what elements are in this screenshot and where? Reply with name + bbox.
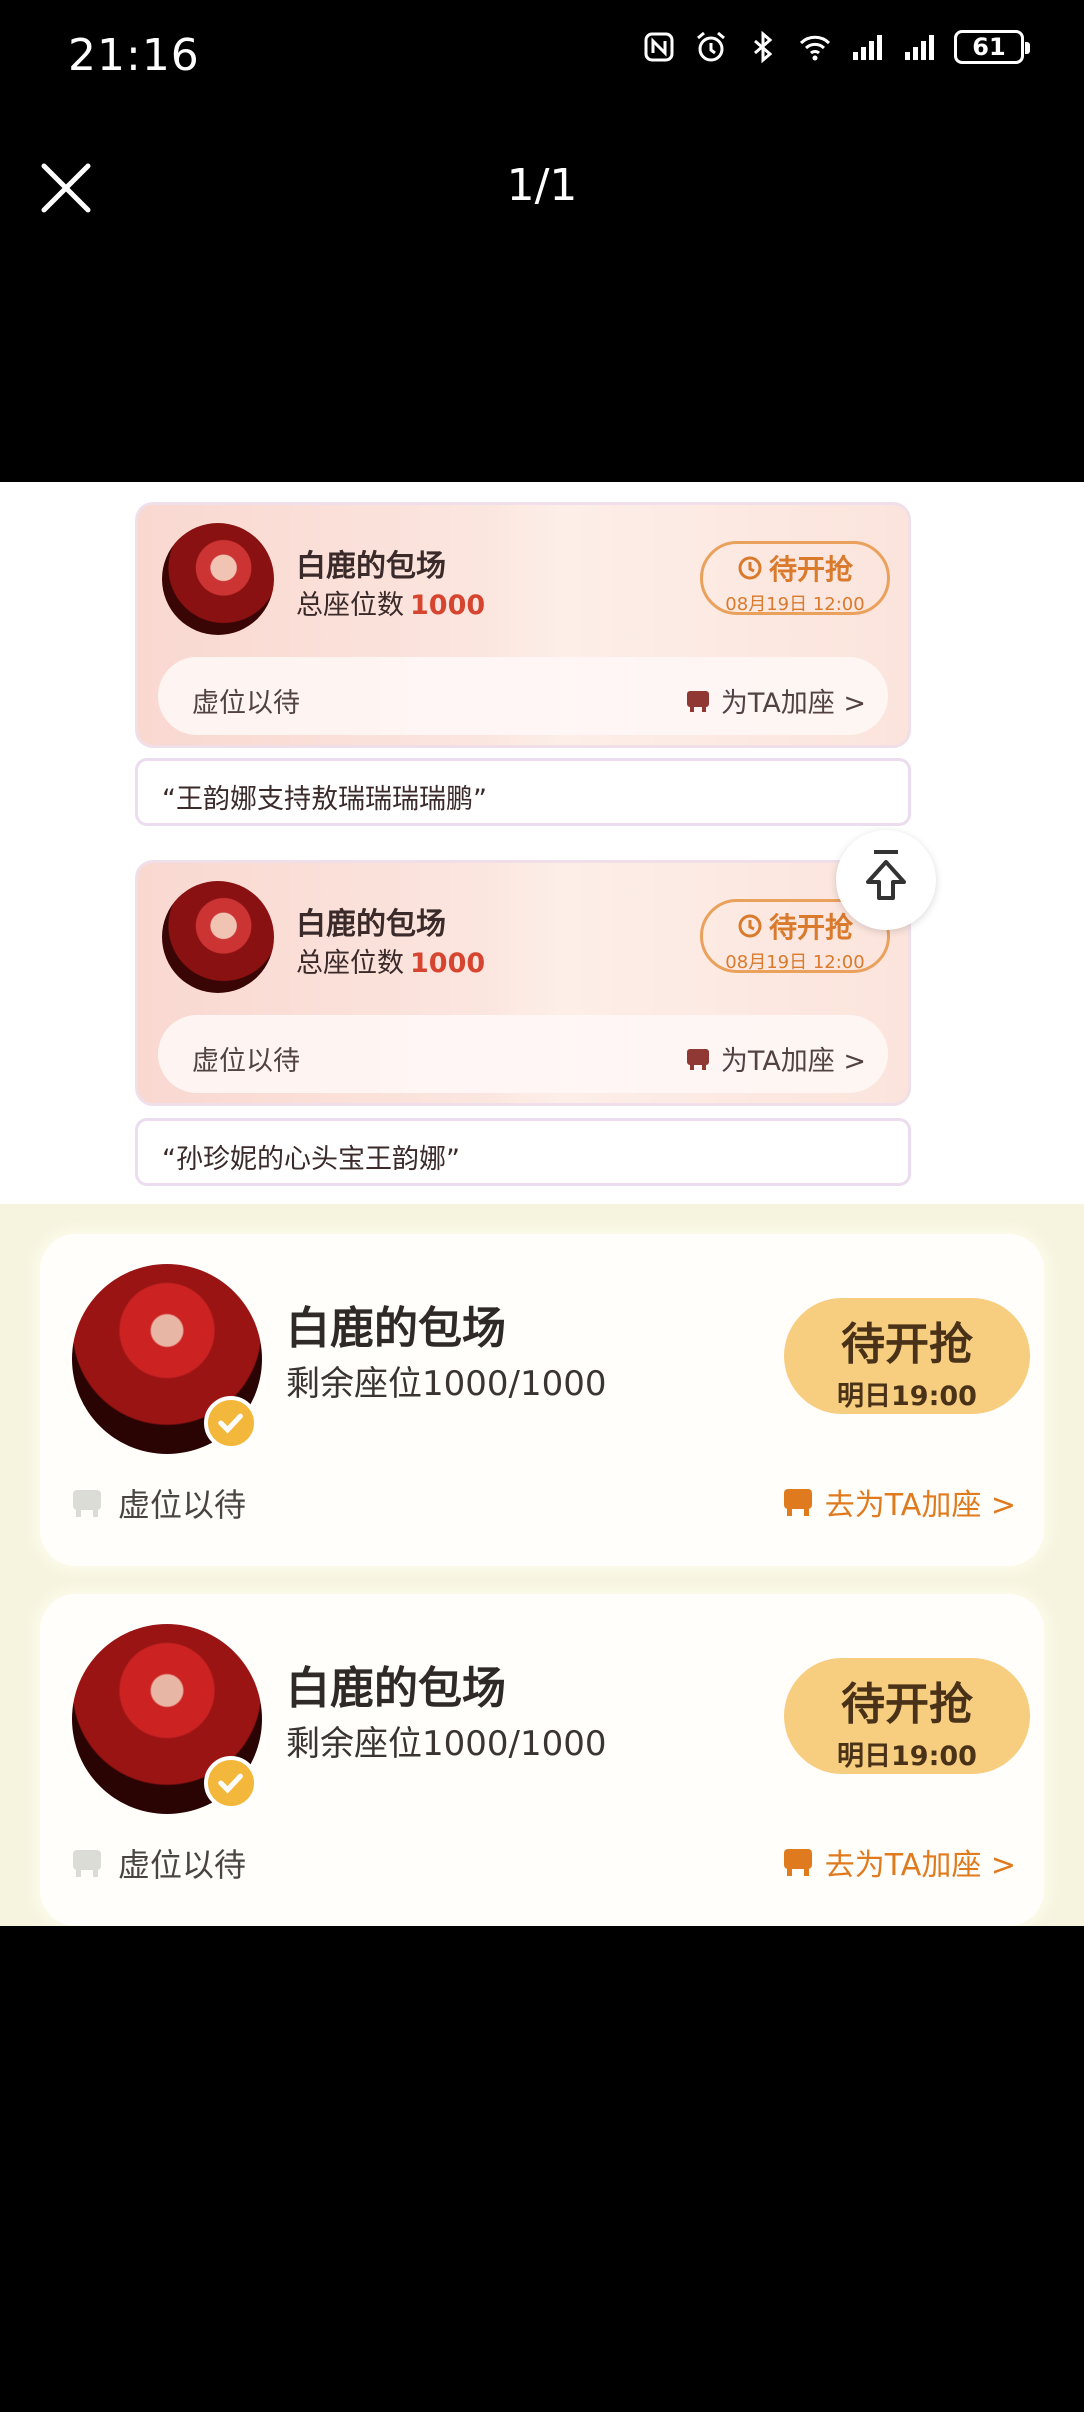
arrow-up-icon	[866, 850, 906, 900]
wait-row: 虚位以待	[70, 1480, 246, 1526]
seat-icon	[73, 1850, 101, 1877]
old-card: 白鹿的包场 总座位数 1000 待开抢 08月19日 12:00 虚位以待 为TA…	[135, 860, 911, 1106]
remaining-seats: 剩余座位1000/1000	[286, 1364, 607, 1404]
battery-indicator: 61	[954, 30, 1030, 64]
clock-time: 21:16	[68, 30, 200, 81]
total-seats: 总座位数 1000	[296, 948, 486, 979]
add-seat-button[interactable]: 为TA加座 >	[685, 1039, 866, 1078]
add-seat-button[interactable]: 去为TA加座 >	[781, 1480, 1016, 1524]
badge-status: 待开抢	[841, 1319, 973, 1370]
status-icons: 61	[642, 30, 1030, 64]
battery-level: 61	[972, 33, 1006, 61]
card-title: 白鹿的包场	[296, 549, 446, 584]
wait-row: 虚位以待	[70, 1840, 246, 1886]
avatar	[162, 523, 274, 635]
add-seat-label: 去为TA加座 >	[824, 1488, 1016, 1523]
seat-icon	[73, 1490, 101, 1517]
old-style-section: 白鹿的包场 总座位数 1000 待开抢 08月19日 12:00 虚位以待 为TA…	[0, 482, 1084, 1204]
photo-image: 白鹿的包场 总座位数 1000 待开抢 08月19日 12:00 虚位以待 为TA…	[0, 482, 1084, 1926]
remaining-seats: 剩余座位1000/1000	[286, 1724, 607, 1764]
card-title: 白鹿的包场	[286, 1303, 506, 1354]
signal-icon	[905, 35, 934, 60]
add-seat-label: 去为TA加座 >	[824, 1848, 1016, 1883]
card-title: 白鹿的包场	[286, 1663, 506, 1714]
image-counter: 1/1	[506, 160, 578, 211]
pending-badge[interactable]: 待开抢 明日19:00	[784, 1658, 1030, 1774]
clock-icon	[738, 914, 762, 938]
card-title: 白鹿的包场	[296, 907, 446, 942]
seat-bar: 虚位以待 为TA加座 >	[158, 657, 888, 735]
badge-time: 明日19:00	[837, 1741, 977, 1772]
seat-icon	[686, 690, 709, 712]
pending-badge[interactable]: 待开抢 08月19日 12:00	[700, 541, 890, 615]
new-card: 白鹿的包场 剩余座位1000/1000 待开抢 明日19:00 虚位以待 去为T…	[40, 1234, 1044, 1566]
alarm-icon	[697, 31, 725, 62]
seat-icon	[783, 1849, 812, 1876]
seat-icon	[783, 1489, 812, 1516]
new-style-section: 白鹿的包场 剩余座位1000/1000 待开抢 明日19:00 虚位以待 去为T…	[0, 1204, 1084, 1926]
verified-icon	[204, 1756, 258, 1810]
add-seat-label: 为TA加座 >	[720, 1046, 866, 1077]
seat-icon	[686, 1048, 709, 1070]
bluetooth-icon	[754, 30, 773, 64]
add-seat-button[interactable]: 去为TA加座 >	[781, 1840, 1016, 1884]
badge-time: 08月19日 12:00	[725, 594, 865, 615]
badge-status: 待开抢	[768, 553, 853, 586]
signal-icon	[853, 35, 882, 60]
badge-time: 明日19:00	[837, 1381, 977, 1412]
add-seat-button[interactable]: 为TA加座 >	[685, 681, 866, 720]
wait-label: 虚位以待	[118, 1846, 247, 1884]
total-seats: 总座位数 1000	[296, 590, 486, 621]
seat-bar: 虚位以待 为TA加座 >	[158, 1015, 888, 1093]
badge-status: 待开抢	[841, 1679, 973, 1730]
pending-badge[interactable]: 待开抢 明日19:00	[784, 1298, 1030, 1414]
wait-label: 虚位以待	[192, 1046, 300, 1077]
seats-number: 1000	[410, 590, 486, 621]
wait-label: 虚位以待	[118, 1486, 247, 1524]
old-card: 白鹿的包场 总座位数 1000 待开抢 08月19日 12:00 虚位以待 为TA…	[135, 502, 911, 748]
clock-icon	[738, 556, 762, 580]
wifi-icon	[799, 35, 831, 61]
wait-label: 虚位以待	[192, 688, 300, 719]
add-seat-label: 为TA加座 >	[720, 688, 866, 719]
seats-number: 1000	[410, 948, 486, 979]
comment-box: “王韵娜支持敖瑞瑞瑞瑞鹏”	[135, 758, 911, 826]
scroll-top-button[interactable]	[836, 830, 936, 930]
status-bar: 21:16 61	[0, 0, 1084, 112]
nfc-icon	[644, 32, 674, 62]
badge-time: 08月19日 12:00	[725, 952, 865, 973]
avatar	[162, 881, 274, 993]
comment-box: “孙珍妮的心头宝王韵娜”	[135, 1118, 911, 1186]
new-card: 白鹿的包场 剩余座位1000/1000 待开抢 明日19:00 虚位以待 去为T…	[40, 1594, 1044, 1926]
verified-icon	[204, 1396, 258, 1450]
